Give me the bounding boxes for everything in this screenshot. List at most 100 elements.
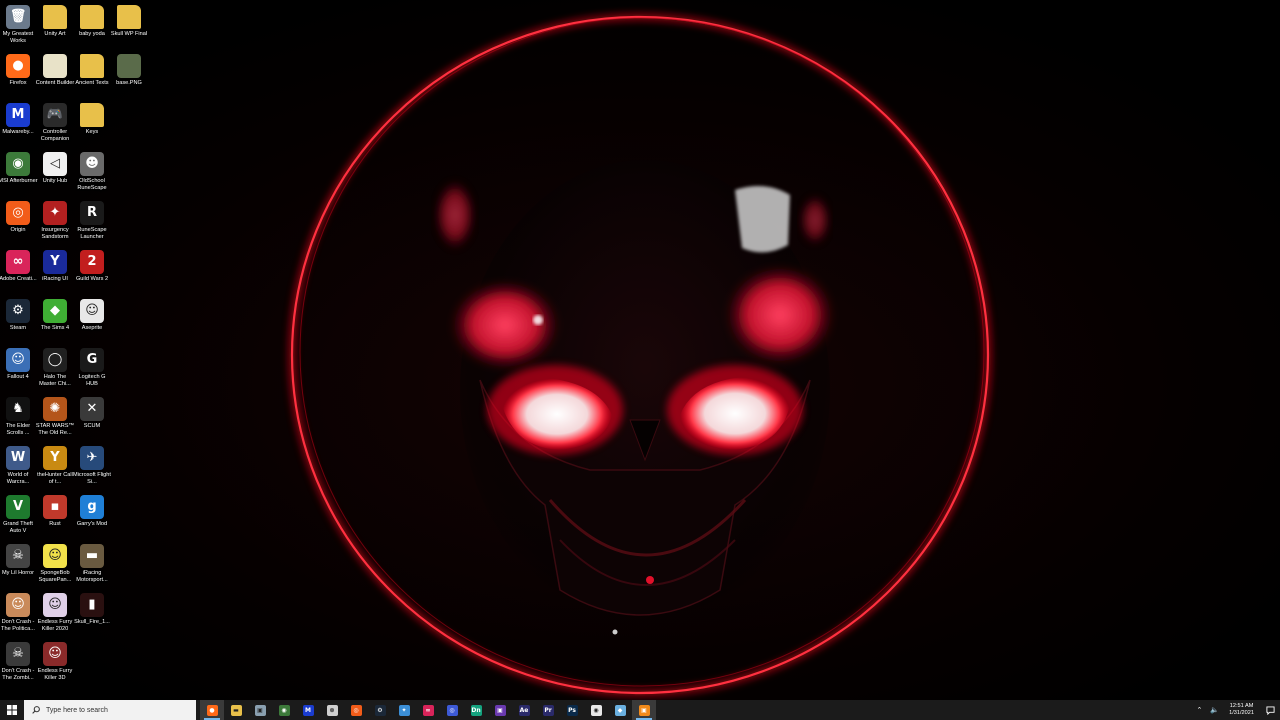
desktop-icon[interactable]: ⚙ Steam [0,297,36,343]
notification-icon [1265,705,1275,715]
desktop-icon[interactable]: ◆ The Sims 4 [37,297,73,343]
taskbar-app-firefox[interactable]: ● [200,700,224,720]
chevron-up-icon[interactable]: ⌃ [1197,706,1203,714]
desktop-icon[interactable]: ▮ Skull_Fire_1... [74,591,110,637]
desktop-icon[interactable]: ☺ Aseprite [74,297,110,343]
desktop-icon-label: Don't Crash - The Politica... [1,619,35,632]
desktop-icon[interactable]: ☺ SpongeBob SquarePan... [37,542,73,588]
elder-scrolls-icon: ♞ [6,397,30,421]
taskbar-app-app-11[interactable]: ◎ [440,700,464,720]
volume-icon[interactable]: 🔈 [1210,706,1219,714]
desktop-icon[interactable]: YiRacing UI [37,248,73,294]
desktop-icon-label: Skull_Fire_1... [74,619,110,625]
adobe-cc-icon: ∞ [422,704,434,716]
desktop-icon[interactable]: Content Builder [35,52,75,98]
desktop-icon[interactable]: R RuneScape Launcher [74,199,110,245]
taskbar-app-app-19[interactable]: ▣ [632,700,656,720]
clock[interactable]: 12:51 AM 1/31/2021 [1229,703,1254,717]
desktop-icon-label: Steam [9,325,27,331]
desktop-icon[interactable]: ◁ Unity Hub [37,150,73,196]
taskbar-app-xbox[interactable]: ⊗ [320,700,344,720]
desktop-icon-label: iRacing UI [42,276,68,282]
desktop-icon[interactable]: G Logitech G HUB [74,346,110,392]
sims-icon: ◆ [43,299,67,323]
desktop-icon-label: Garry's Mod [76,521,108,527]
desktop-icon-label: Microsoft Flight Si... [73,472,111,485]
after-effects-icon: Ae [518,704,530,716]
desktop-icon-label: Don't Crash - The Zombi... [1,668,35,681]
taskbar-app-app-3[interactable]: ▣ [248,700,272,720]
taskbar-app-app-18[interactable]: ◆ [608,700,632,720]
desktop-icon-label: The Sims 4 [40,325,70,331]
firefox-icon: ● [206,704,218,716]
search-box[interactable]: Type here to search [24,700,196,720]
taskbar-app-premiere[interactable]: Pr [536,700,560,720]
gamepad-icon: 🎮 [43,103,67,127]
taskbar-app-adobe-cc[interactable]: ∞ [416,700,440,720]
desktop-icon[interactable]: ✺ STAR WARS™ The Old Re... [36,395,74,441]
desktop-icon[interactable]: ☻ OldSchool RuneScape [74,150,110,196]
desktop-icon[interactable]: ☠ My Lil Horror [0,542,36,588]
image-icon [117,54,141,78]
taskbar-app-obs[interactable]: ◉ [584,700,608,720]
start-button[interactable] [0,700,24,720]
desktop-icon[interactable]: V Grand Theft Auto V [0,493,36,539]
desktop-icon[interactable]: ☺ Don't Crash - The Politica... [0,591,36,637]
desktop-icon[interactable]: ▬ iRacing Motorsport... [74,542,110,588]
photoshop-icon: Ps [566,704,578,716]
desktop-icon[interactable]: Unity Art [37,3,73,49]
steam-icon: ⚙ [6,299,30,323]
taskbar-app-dimension[interactable]: Dn [464,700,488,720]
taskbar-app-origin[interactable]: ◎ [344,700,368,720]
desktop-icon[interactable]: baby yoda [74,3,110,49]
desktop-icons: 🗑 My Greatest Works Unity Art baby yoda Skul… [0,0,152,700]
desktop-icon[interactable]: YtheHunter Call of t... [37,444,73,490]
taskbar-app-app-9[interactable]: ✦ [392,700,416,720]
desktop-icon[interactable]: M Malwareby... [0,101,36,147]
dimension-icon: Dn [470,704,482,716]
taskbar-app-after-effects[interactable]: Ae [512,700,536,720]
desktop-icon[interactable]: g Garry's Mod [74,493,110,539]
desktop-icon-label: OldSchool RuneScape [77,178,107,191]
desktop-icon[interactable]: ☺ Endless Furry Killer 3D [37,640,73,686]
desktop-icon[interactable]: ✕ SCUM [74,395,110,441]
desktop-icon[interactable]: ☺ Endless Furry Killer 2020 [37,591,73,637]
desktop-icon[interactable]: 2 Guild Wars 2 [74,248,110,294]
desktop-icon[interactable]: Ancient Texts [74,52,110,98]
desktop-icon[interactable]: ✦ Insurgency Sandstorm [37,199,73,245]
desktop-icon[interactable]: ☠ Don't Crash - The Zombi... [0,640,36,686]
desktop-icon[interactable]: ♞ The Elder Scrolls ... [0,395,36,441]
taskbar-app-malwarebytes[interactable]: M [296,700,320,720]
desktop-icon[interactable]: W World of Warcra... [0,444,36,490]
desktop-icon[interactable]: ▪ Rust [37,493,73,539]
video-file-icon: ▮ [80,593,104,617]
desktop-icon-label: Content Builder [35,80,75,86]
desktop-icon[interactable]: ◉ MSI Afterburner [0,150,38,196]
desktop-icon-label: Adobe Creati... [0,276,37,282]
taskbar-app-photoshop[interactable]: Ps [560,700,584,720]
desktop-icon[interactable]: 🎮 Controller Companion [37,101,73,147]
desktop-icon[interactable]: base.PNG [111,52,147,98]
desktop-icon-label: Logitech G HUB [78,374,106,387]
fallout-icon: ☺ [6,348,30,372]
taskbar-app-app-13[interactable]: ▣ [488,700,512,720]
taskbar-app-file-explorer[interactable]: ▬ [224,700,248,720]
desktop-icon[interactable]: ◎ Origin [0,199,36,245]
desktop-icon[interactable]: ∞ Adobe Creati... [0,248,37,294]
search-icon [32,706,40,714]
desktop-icon[interactable]: ◯ Halo The Master Chi... [37,346,73,392]
desktop-icon[interactable]: ● Firefox [0,52,36,98]
folder-icon [117,5,141,29]
notification-button[interactable] [1260,700,1280,720]
taskbar-app-steam[interactable]: ⚙ [368,700,392,720]
desktop-icon[interactable]: 🗑 My Greatest Works [0,3,36,49]
desktop-icon-label: Unity Hub [42,178,68,184]
desktop-icon[interactable]: ✈ Microsoft Flight Si... [73,444,111,490]
game-icon: ☠ [6,544,30,568]
desktop-icon[interactable]: Skull WP Final [111,3,147,49]
taskbar-app-app-4[interactable]: ◉ [272,700,296,720]
desktop-icon-label: Unity Art [44,31,66,37]
desktop-icon[interactable]: ☺ Fallout 4 [0,346,36,392]
desktop-icon-label: iRacing Motorsport... [76,570,108,583]
desktop-icon[interactable]: Keys [74,101,110,147]
